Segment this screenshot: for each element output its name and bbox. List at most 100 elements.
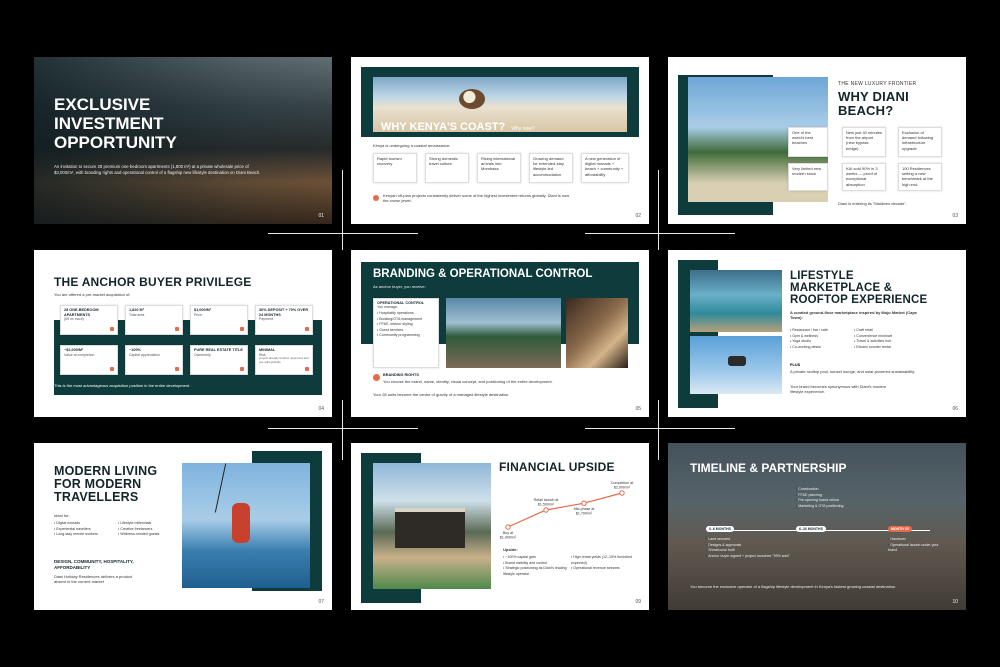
guide-line-h3 — [268, 428, 418, 429]
slide-05-intro: As anchor buyer, you receive: — [373, 284, 426, 289]
price-point-value: $1,000/m² — [500, 536, 517, 540]
price-progression-chart: Buy at$1,000/m² Retail launch at$1,500/m²… — [500, 481, 633, 540]
price-point — [505, 524, 511, 530]
slide-03-kicker: THE NEW LUXURY FRONTIER — [838, 81, 917, 87]
stat-card: MINIMAL Risk project already funded, appro… — [255, 345, 313, 375]
slide-09[interactable]: FINANCIAL UPSIDE Buy at $1,000/m² Retail l… — [351, 443, 649, 610]
stat-icon — [175, 367, 179, 371]
slide-03-title: WHY DIANI BEACH? — [838, 89, 909, 118]
stat-icon — [305, 367, 309, 371]
guide-line-h2 — [585, 233, 735, 234]
audience-col-1: Digital nomads Experiential travellers L… — [54, 521, 98, 538]
stat-label: Capital appreciation — [129, 352, 160, 357]
price-point-label: Retail launch at — [534, 498, 559, 502]
upside-label: Upside: — [503, 547, 518, 552]
slide-02[interactable]: WHY KENYA'S COAST? Why now? Kenya is und… — [351, 57, 649, 224]
info-icon — [373, 195, 379, 201]
list-item: Anchor buyer signed + project launches "… — [706, 554, 796, 560]
stat-card: PURE REAL ESTATE TITLE Ownership — [190, 345, 248, 375]
list-item: Marketing & OTA positioning — [796, 504, 843, 510]
price-point-label: Buy at — [503, 531, 513, 535]
slide-03-footer: Diani is entering its "Maldives decade". — [838, 201, 907, 206]
phase-chip: 6–30 MONTHS — [796, 526, 826, 532]
stat-card: $1,000/M² Price — [190, 305, 248, 335]
slide-01[interactable]: EXCLUSIVE INVESTMENT OPPORTUNITY An invi… — [34, 57, 332, 224]
reason-card: 100 Residences setting a new benchmark a… — [898, 163, 942, 191]
price-point — [581, 500, 587, 506]
stat-card: 28 ONE-BEDROOM APARTMENTS (65 m² each) — [60, 305, 118, 335]
reason-card: Very limited new modern stock — [788, 163, 828, 191]
reason-card: KAI sold 90% in 3 weeks — proof of excep… — [842, 163, 886, 191]
slide-number: 06 — [952, 406, 958, 412]
list-item: High rental yields (12–15% furnished exp… — [571, 555, 641, 566]
upside-col-1: ~100% capital gain Brand visibility and … — [503, 555, 573, 577]
slide-01-body: An invitation to secure 28 premium one-b… — [54, 164, 261, 175]
slide-06[interactable]: LIFESTYLE MARKETPLACE & ROOFTOP EXPERIEN… — [668, 250, 966, 417]
stat-label: Price — [194, 312, 202, 317]
slide-02-intro: Kenya is undergoing a coastal renaissanc… — [373, 143, 451, 148]
kitesurfer-figure — [232, 503, 250, 543]
slide-number: 09 — [635, 599, 641, 605]
list-item: Community programming — [377, 333, 435, 339]
slide-number: 01 — [318, 213, 324, 219]
guide-line-h4 — [585, 428, 735, 429]
slide-number: 05 — [635, 406, 641, 412]
list-item: Long-stay remote workers — [54, 532, 98, 538]
build-phase-list: Construction FF&E planning Pre-opening b… — [796, 487, 844, 510]
price-point-value: $2,000/m² — [614, 486, 631, 490]
stat-icon — [110, 367, 114, 371]
stat-card: 30% DEPOSIT + 70% OVER 24 MONTHS Payment — [255, 305, 313, 335]
stat-icon — [175, 327, 179, 331]
handover-phase-list: Handover Operational launch under your b… — [888, 537, 948, 554]
price-line — [507, 492, 623, 528]
slide-number: 02 — [635, 213, 641, 219]
list-item: Electric scooter rental — [854, 345, 892, 351]
control-list: Hospitality operations Booking/OTA manag… — [377, 311, 435, 339]
operational-control-box: OPERATIONAL CONTROL You manage: Hospital… — [373, 298, 439, 368]
slide-number: 10 — [952, 599, 958, 605]
slide-06-title: LIFESTYLE MARKETPLACE & ROOFTOP EXPERIEN… — [790, 270, 928, 307]
stat-card: ~100% Capital appreciation — [125, 345, 183, 375]
skydiver-photo — [690, 336, 782, 394]
slide-04-intro: You are offered a pre-market acquisition… — [54, 292, 131, 297]
slide-10[interactable]: TIMELINE & PARTNERSHIP Construction FF&E… — [668, 443, 966, 610]
price-point-label: Mid-phase at — [574, 507, 595, 511]
lounge-interior-photo — [566, 298, 628, 368]
stat-label: Payment — [259, 317, 273, 322]
stat-label: Ownership — [194, 352, 211, 357]
stat-note: project already funded, approved and pre… — [259, 356, 309, 364]
box-subtitle: You manage: — [377, 305, 399, 309]
slide-07-footer: Diani Holiday Residences delivers a prod… — [54, 574, 133, 585]
slide-05[interactable]: BRANDING & OPERATIONAL CONTROL As anchor… — [351, 250, 649, 417]
slide-06-intro: A curated ground-floor marketplace inspi… — [790, 310, 917, 321]
branding-rights-title: BRANDING RIGHTS — [383, 373, 419, 377]
list-item: Co-working desks — [790, 345, 828, 351]
slide-02-note: Kenyan off-plan projects consistently de… — [383, 193, 570, 204]
list-item: Pre-opening brand rollout — [796, 498, 844, 504]
guide-line-v3 — [342, 400, 343, 460]
price-point-label: Completion at — [611, 481, 633, 485]
amenities-col-1: Restaurant / bar / café Gym & wellness Y… — [790, 328, 828, 350]
coconut-icon — [459, 89, 485, 109]
reason-card: Growing demand for extended-stay lifesty… — [529, 153, 573, 183]
list-item: Strategic positioning as Diani's leading… — [503, 566, 573, 577]
guide-line-v2 — [658, 170, 659, 250]
slide-03[interactable]: THE NEW LUXURY FRONTIER WHY DIANI BEACH?… — [668, 57, 966, 224]
amenities-col-2: Craft retail Convenience minimart Travel… — [854, 328, 892, 350]
slide-04-footer: This is the most advantageous acquisitio… — [54, 383, 191, 388]
slide-09-title: FINANCIAL UPSIDE — [499, 460, 615, 474]
phase-chip: MONTH 30 — [888, 526, 912, 532]
price-point — [619, 490, 625, 496]
reason-card: New just 40 minutes from the airport (ne… — [842, 127, 886, 157]
slide-07[interactable]: MODERN LIVING FOR MODERN TRAVELLERS Idea… — [34, 443, 332, 610]
slide-05-title: BRANDING & OPERATIONAL CONTROL — [373, 268, 593, 280]
slide-04[interactable]: THE ANCHOR BUYER PRIVILEGE You are offer… — [34, 250, 332, 417]
reason-card: Rising international arrivals into Momba… — [477, 153, 521, 183]
slide-number: 07 — [318, 599, 324, 605]
kitesurfer-photo — [182, 463, 310, 588]
list-item: Operational revenue streams — [571, 566, 641, 572]
stat-value: 28 ONE-BEDROOM APARTMENTS — [64, 308, 99, 317]
list-item: Travel & activities hub — [854, 339, 892, 345]
branding-icon — [373, 374, 380, 381]
slide-07-tagline: DESIGN, COMMUNITY, HOSPITALITY, AFFORDAB… — [54, 559, 134, 570]
